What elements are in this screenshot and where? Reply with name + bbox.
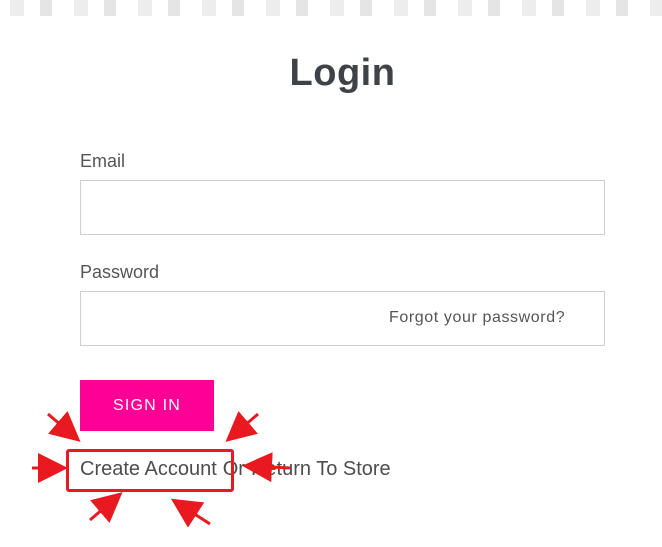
forgot-password-link[interactable]: Forgot your password? [389,309,565,327]
email-field[interactable] [80,180,605,235]
arrow-bottom-right-icon [170,498,211,528]
arrow-top-left-icon [47,410,81,442]
email-label: Email [80,151,126,171]
arrow-bottom-left-icon [89,492,123,524]
return-to-store-link[interactable]: Return To Store [251,458,391,480]
login-page: Login Email Password Forgot your passwor… [0,0,662,547]
decorative-header-pattern [0,0,662,20]
account-links: Create Account Or Return To Store [80,458,391,481]
page-title: Login [289,52,396,94]
create-account-link[interactable]: Create Account [80,458,217,480]
or-separator: Or [222,458,245,480]
password-label: Password [80,262,160,282]
arrow-top-right-icon [225,410,259,442]
sign-in-button[interactable]: SIGN IN [80,380,214,431]
